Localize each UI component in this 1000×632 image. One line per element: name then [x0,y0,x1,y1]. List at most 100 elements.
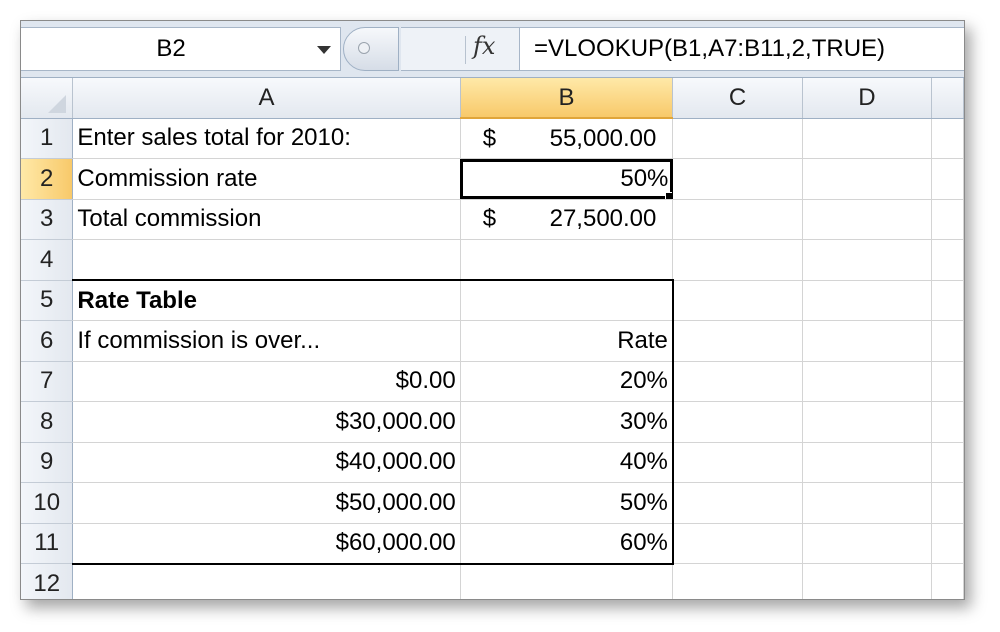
table-row: 12 [21,563,964,599]
grip-dot-icon [358,42,370,54]
table-row: 10 $50,000.00 50% [21,482,964,524]
table-row: 2 Commission rate 50% [21,158,964,200]
cell-d8[interactable] [802,401,933,443]
cell-a1[interactable]: Enter sales total for 2010: [72,118,461,159]
cell-c3[interactable] [672,199,803,240]
chevron-down-icon[interactable] [317,46,331,54]
cell-a12[interactable] [72,563,461,599]
row-header[interactable]: 3 [21,199,74,240]
cell-b4[interactable] [460,239,674,281]
row-header[interactable]: 8 [21,401,74,443]
cell-d6[interactable] [802,320,933,362]
cell-c8[interactable] [672,401,803,443]
row-header[interactable]: 12 [21,563,74,599]
cell-c2[interactable] [672,158,803,200]
rate-threshold[interactable]: $30,000.00 [72,401,461,443]
row-header[interactable]: 1 [21,118,74,159]
row-header[interactable]: 11 [21,523,74,564]
rate-value[interactable]: 60% [460,523,674,565]
cell-b3[interactable]: $27,500.00 [460,199,674,240]
cell-b5[interactable] [460,280,674,321]
rate-threshold[interactable]: $0.00 [72,361,461,402]
cell-c9[interactable] [672,442,803,483]
cell-e4[interactable] [931,239,964,281]
cell-e8[interactable] [931,401,964,443]
cell-d2[interactable] [802,158,933,200]
rate-table-header-rate[interactable]: Rate [460,320,674,362]
cell-d4[interactable] [802,239,933,281]
formula-input[interactable]: =VLOOKUP(B1,A7:B11,2,TRUE) [519,27,964,71]
row-header[interactable]: 5 [21,280,74,321]
cell-e11[interactable] [931,523,964,564]
cell-c1[interactable] [672,118,803,159]
cell-value: 27,500.00 [549,205,657,233]
name-box[interactable]: B2 [21,27,341,71]
rate-value[interactable]: 30% [460,401,674,443]
row-header[interactable]: 9 [21,442,74,483]
cell-c10[interactable] [672,482,803,524]
formula-bar-resize-grip[interactable] [343,27,399,71]
insert-function-icon[interactable]: fx [473,32,495,60]
cell-b12[interactable] [460,563,674,599]
cell-d12[interactable] [802,563,933,599]
formula-bar: B2 fx =VLOOKUP(B1,A7:B11,2,TRUE) [21,21,964,78]
rate-value[interactable]: 20% [460,361,674,402]
cell-e6[interactable] [931,320,964,362]
cell-b1[interactable]: $55,000.00 [460,118,674,159]
cell-e2[interactable] [931,158,964,200]
cell-value: 55,000.00 [549,124,657,152]
cell-d1[interactable] [802,118,933,159]
cell-e5[interactable] [931,280,964,321]
cell-d10[interactable] [802,482,933,524]
cell-c4[interactable] [672,239,803,281]
cell-d11[interactable] [802,523,933,564]
select-all-icon [48,94,67,113]
cell-c7[interactable] [672,361,803,402]
cell-value: 50% [620,164,669,192]
column-header-a[interactable]: A [72,78,461,119]
rate-value[interactable]: 50% [460,482,674,524]
cell-c6[interactable] [672,320,803,362]
select-all-corner[interactable] [21,78,74,119]
table-row: 7 $0.00 20% [21,361,964,402]
excel-window: B2 fx =VLOOKUP(B1,A7:B11,2,TRUE) A B C D [20,20,965,600]
cell-e9[interactable] [931,442,964,483]
row-header[interactable]: 4 [21,239,74,281]
cell-e1[interactable] [931,118,964,159]
cell-a4[interactable] [72,239,461,281]
column-header-d[interactable]: D [802,78,933,119]
row-header[interactable]: 7 [21,361,74,402]
column-header-e[interactable] [931,78,964,119]
cell-d5[interactable] [802,280,933,321]
table-row: 11 $60,000.00 60% [21,523,964,565]
table-row: 3 Total commission $27,500.00 [21,199,964,240]
cell-c11[interactable] [672,523,803,564]
cell-d7[interactable] [802,361,933,402]
cell-e7[interactable] [931,361,964,402]
cell-b2-selected[interactable]: 50% [460,158,674,200]
cell-d9[interactable] [802,442,933,483]
rate-threshold[interactable]: $40,000.00 [72,442,461,483]
cell-c5[interactable] [672,280,803,321]
cell-e3[interactable] [931,199,964,240]
cell-c12[interactable] [672,563,803,599]
rate-table-title[interactable]: Rate Table [72,280,461,321]
cell-a3[interactable]: Total commission [72,199,461,240]
column-header-c[interactable]: C [672,78,803,119]
cell-d3[interactable] [802,199,933,240]
rate-table-header-threshold[interactable]: If commission is over... [72,320,461,362]
column-header-b[interactable]: B [460,78,674,119]
cell-a2[interactable]: Commission rate [72,158,461,200]
rate-value[interactable]: 40% [460,442,674,483]
fx-area: fx [401,27,521,71]
rate-threshold[interactable]: $60,000.00 [72,523,461,565]
fill-handle[interactable] [665,191,672,199]
cell-e12[interactable] [931,563,964,599]
row-header[interactable]: 6 [21,320,74,362]
rate-threshold[interactable]: $50,000.00 [72,482,461,524]
row-header[interactable]: 2 [21,158,74,200]
cell-e10[interactable] [931,482,964,524]
table-row: 8 $30,000.00 30% [21,401,964,443]
row-header[interactable]: 10 [21,482,74,524]
table-row: 4 [21,239,964,281]
